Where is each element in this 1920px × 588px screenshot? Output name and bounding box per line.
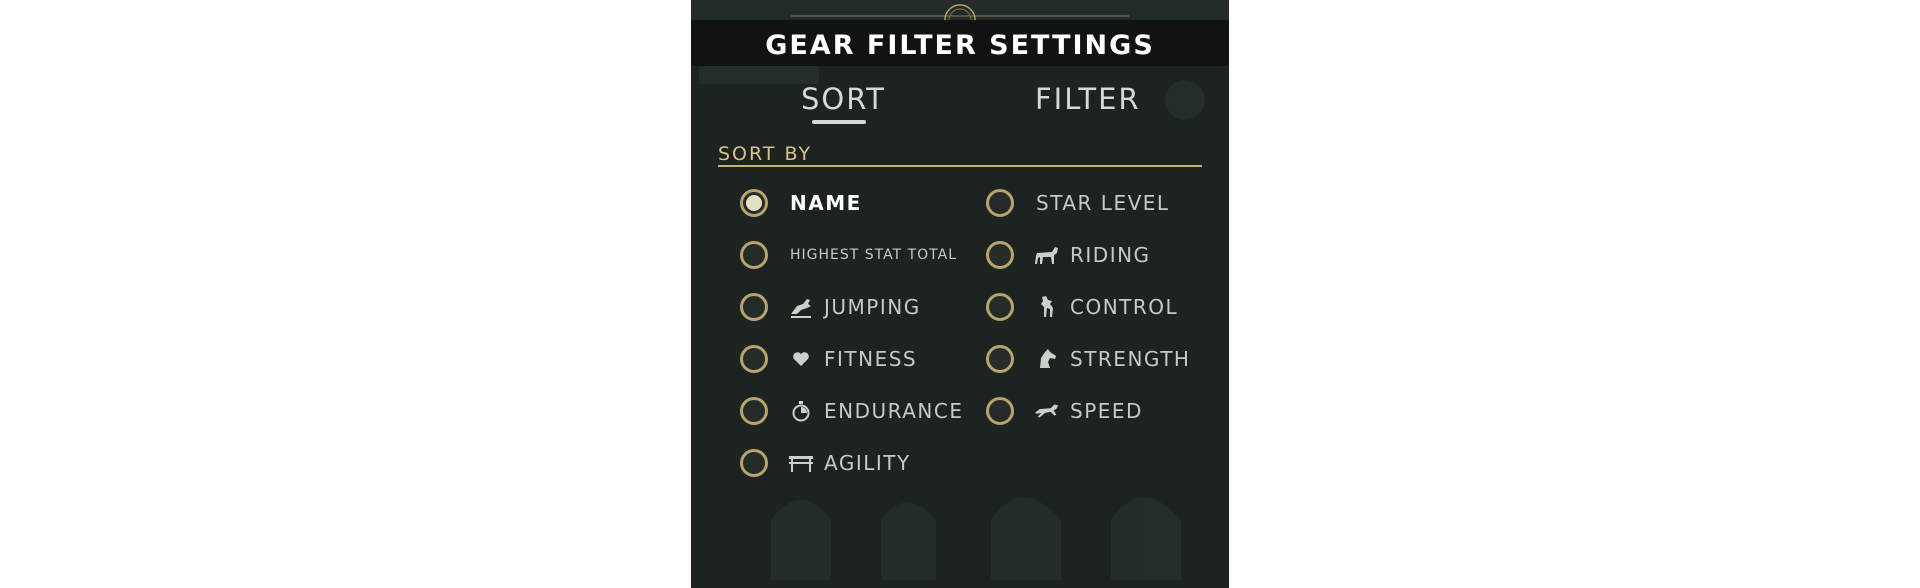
radio-button[interactable] <box>986 241 1014 269</box>
sort-option-strength[interactable]: STRENGTH <box>986 342 1190 376</box>
section-label-sort-by: SORT BY <box>718 143 813 165</box>
sort-option-riding[interactable]: RIDING <box>986 238 1151 272</box>
sort-option-label: AGILITY <box>824 451 911 475</box>
horse-jumping-icon <box>788 295 814 319</box>
sort-option-agility[interactable]: AGILITY <box>740 446 911 480</box>
sort-option-label: STRENGTH <box>1070 347 1191 371</box>
sort-option-label: HIGHEST STAT TOTAL <box>790 247 958 263</box>
sort-option-speed[interactable]: SPEED <box>986 394 1143 428</box>
sort-option-label: FITNESS <box>824 347 918 371</box>
sort-option-label: SPEED <box>1070 399 1143 423</box>
sort-option-label: JUMPING <box>824 295 921 319</box>
radio-button[interactable] <box>740 189 768 217</box>
sort-option-label: NAME <box>790 191 862 215</box>
sort-option-label: RIDING <box>1070 243 1151 267</box>
sort-option-label: STAR LEVEL <box>1036 191 1170 215</box>
radio-button[interactable] <box>740 241 768 269</box>
active-tab-indicator <box>812 120 866 124</box>
radio-button[interactable] <box>740 449 768 477</box>
radio-button[interactable] <box>986 189 1014 217</box>
radio-button[interactable] <box>986 293 1014 321</box>
radio-button[interactable] <box>986 345 1014 373</box>
header-bar: GEAR FILTER SETTINGS <box>691 20 1229 66</box>
sort-option-label: ENDURANCE <box>824 399 964 423</box>
sort-option-endurance[interactable]: ENDURANCE <box>740 394 963 428</box>
horse-walking-icon <box>1034 243 1060 267</box>
page-title: GEAR FILTER SETTINGS <box>765 29 1155 61</box>
top-ornament-bar <box>691 0 1229 21</box>
sort-option-label: CONTROL <box>1070 295 1179 319</box>
radio-button[interactable] <box>986 397 1014 425</box>
section-divider <box>718 165 1202 167</box>
sort-option-highest-stat-total[interactable]: HIGHEST STAT TOTAL <box>740 238 957 272</box>
radio-button[interactable] <box>740 293 768 321</box>
horse-head-icon <box>1034 347 1060 371</box>
sort-option-jumping[interactable]: JUMPING <box>740 290 921 324</box>
radio-button[interactable] <box>740 397 768 425</box>
fence-icon <box>788 451 814 475</box>
stopwatch-icon <box>788 399 814 423</box>
sort-option-control[interactable]: CONTROL <box>986 290 1178 324</box>
horse-galloping-icon <box>1034 399 1060 423</box>
tab-sort[interactable]: SORT <box>801 82 886 116</box>
heart-icon <box>788 347 814 371</box>
gear-filter-panel: GEAR FILTER SETTINGS SORT FILTER SORT BY… <box>691 0 1229 588</box>
sort-option-fitness[interactable]: FITNESS <box>740 342 917 376</box>
sort-option-name[interactable]: NAME <box>740 186 862 220</box>
horse-rearing-icon <box>1034 295 1060 319</box>
radio-button[interactable] <box>740 345 768 373</box>
ornament-icon <box>791 4 1129 21</box>
sort-option-star-level[interactable]: STAR LEVEL <box>986 186 1170 220</box>
tab-filter[interactable]: FILTER <box>1035 82 1141 116</box>
